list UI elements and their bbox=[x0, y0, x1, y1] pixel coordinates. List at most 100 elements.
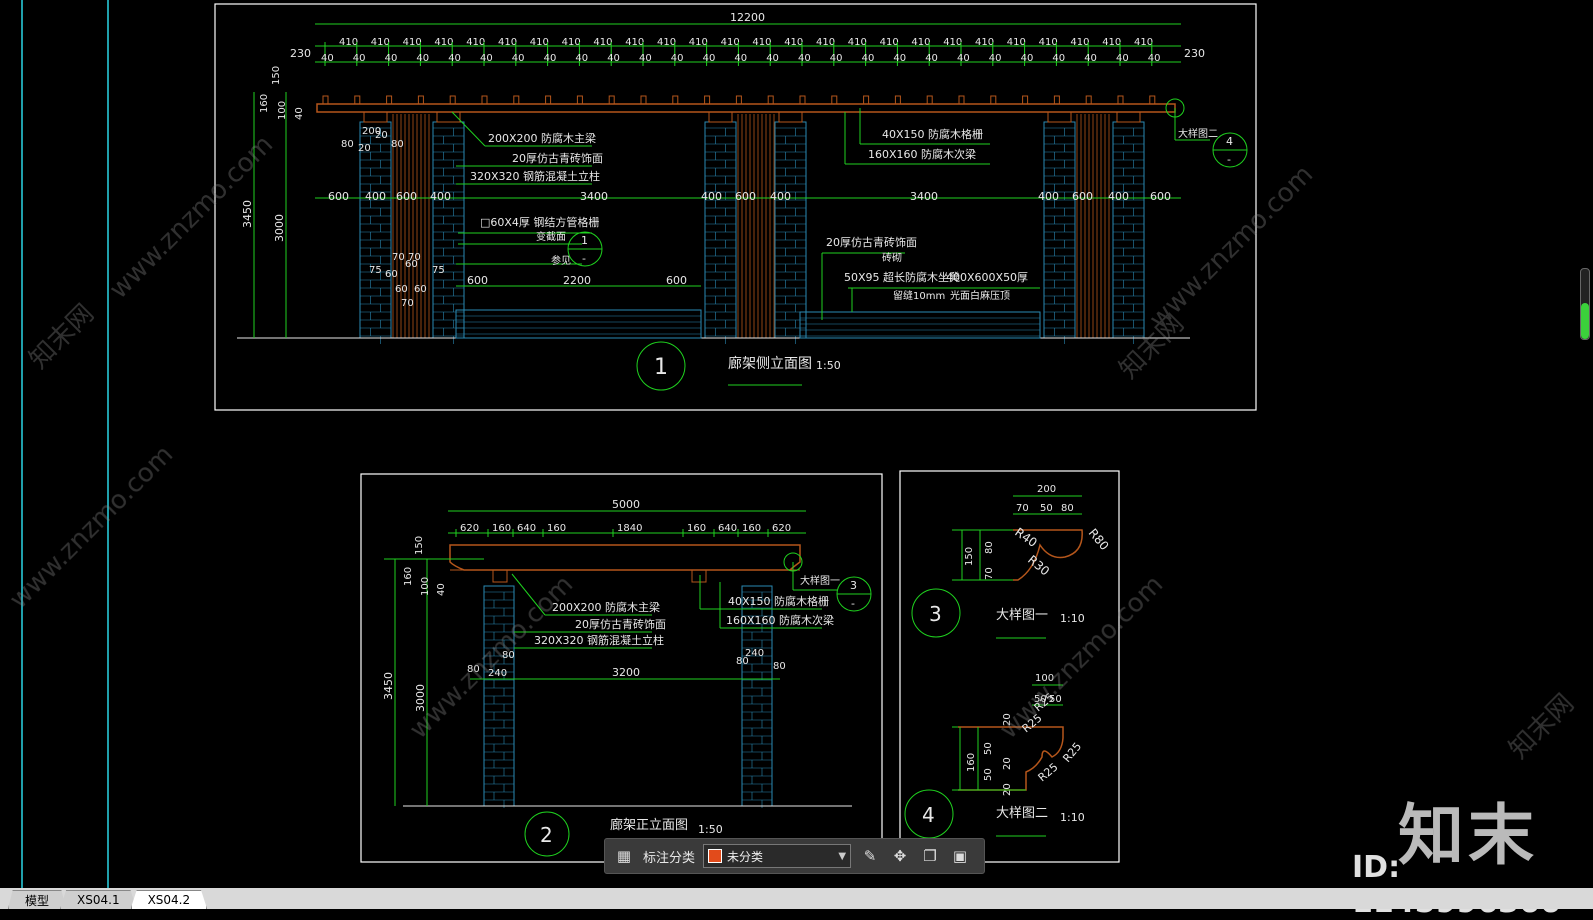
note: 50X95 超长防腐木坐凳 bbox=[844, 270, 960, 284]
rafter-dim: 40 bbox=[925, 53, 938, 64]
rafter bbox=[735, 95, 742, 105]
drawing-number: 2 bbox=[540, 823, 553, 847]
rafter-dim: 40 bbox=[385, 53, 398, 64]
tab-xs04-1[interactable]: XS04.1 bbox=[60, 890, 137, 909]
vdim: 150 bbox=[271, 66, 282, 85]
mid-dim: 400 bbox=[770, 190, 791, 203]
callout-number: 1 bbox=[581, 234, 588, 247]
rafter bbox=[640, 95, 647, 105]
bench-dim: 600 bbox=[666, 274, 687, 287]
rafter-dim: 40 bbox=[671, 53, 684, 64]
rafter-dim: 40 bbox=[1084, 53, 1097, 64]
rafter bbox=[831, 95, 838, 105]
rafter-dim: 40 bbox=[480, 53, 493, 64]
spacing-dim: 410 bbox=[562, 37, 581, 48]
col-dim: 80 bbox=[341, 139, 354, 150]
vdim: 160 bbox=[259, 94, 270, 113]
rafter-dim: 40 bbox=[1021, 53, 1034, 64]
detail-dim: 200 bbox=[1037, 484, 1056, 495]
move-icon[interactable]: ✥ bbox=[889, 845, 911, 867]
low-dim: 60 bbox=[414, 284, 427, 295]
grid-icon[interactable]: ▦ bbox=[613, 845, 635, 867]
mid-dim: 3400 bbox=[910, 190, 938, 203]
note: 光面白麻压顶 bbox=[950, 289, 1010, 302]
note: 200X200 防腐木主梁 bbox=[488, 131, 596, 145]
low-dim: 75 bbox=[369, 265, 382, 276]
col-dim: 240 bbox=[745, 648, 764, 659]
column-cap bbox=[708, 111, 733, 123]
rafter bbox=[1085, 95, 1092, 105]
detail-dim: 70 bbox=[1016, 503, 1029, 514]
vdim: 40 bbox=[436, 583, 447, 596]
mid-dim: 400 bbox=[365, 190, 386, 203]
detail-number: 4 bbox=[922, 803, 935, 827]
dim-end-left: 230 bbox=[290, 47, 311, 60]
scrollbar-thumb[interactable] bbox=[1581, 303, 1589, 339]
rafter-dim: 40 bbox=[1052, 53, 1065, 64]
vertical-scrollbar[interactable] bbox=[1580, 268, 1590, 340]
note: 320X320 钢筋混凝土立柱 bbox=[470, 169, 600, 183]
rafter bbox=[322, 95, 329, 105]
vdim: 3450 bbox=[241, 200, 254, 228]
mid-dim: 400 bbox=[1108, 190, 1129, 203]
spacing-dim: 410 bbox=[498, 37, 517, 48]
top-dim: 160 bbox=[492, 523, 511, 534]
note: 320X320 钢筋混凝土立柱 bbox=[534, 633, 664, 647]
radius-label: R30 bbox=[1025, 553, 1052, 579]
copy-icon[interactable]: ❐ bbox=[919, 845, 941, 867]
drawing-title: 廊架正立面图 bbox=[610, 817, 688, 833]
rafter-dim: 40 bbox=[544, 53, 557, 64]
paste-icon[interactable]: ▣ bbox=[949, 845, 971, 867]
cad-canvas[interactable]: 12200 230 230 41040410404104041040410404… bbox=[0, 0, 1593, 909]
spacing-dim: 410 bbox=[657, 37, 676, 48]
detail-title: 大样图一 bbox=[996, 608, 1048, 623]
rafter-dim: 40 bbox=[862, 53, 875, 64]
spacing-dim: 410 bbox=[403, 37, 422, 48]
rafter-dim: 40 bbox=[607, 53, 620, 64]
watermark-text: www.znzmo.com bbox=[4, 440, 179, 615]
rafter bbox=[1053, 95, 1060, 105]
chevron-down-icon: ▼ bbox=[838, 850, 847, 862]
spacing-dim: 410 bbox=[689, 37, 708, 48]
callout-number: 3 bbox=[850, 579, 857, 592]
rafter bbox=[545, 95, 552, 105]
mid-dim: 400 bbox=[701, 190, 722, 203]
top-dim: 160 bbox=[687, 523, 706, 534]
drawing-scale: 1:50 bbox=[816, 359, 841, 372]
edit-icon[interactable]: ✎ bbox=[859, 845, 881, 867]
category-select[interactable]: 未分类 ▼ bbox=[703, 844, 852, 868]
watermark-text: 知末网 bbox=[1504, 689, 1580, 765]
dim-total: 5000 bbox=[612, 498, 640, 511]
vdim: 160 bbox=[403, 567, 414, 586]
note: 40X150 防腐木格栅 bbox=[882, 127, 983, 141]
rafter-dim: 40 bbox=[639, 53, 652, 64]
toolbar-label: 标注分类 bbox=[643, 850, 696, 866]
detail-dim: 80 bbox=[984, 541, 995, 554]
dim-total: 12200 bbox=[730, 11, 765, 24]
rafter-dim: 40 bbox=[448, 53, 461, 64]
rafter bbox=[1022, 95, 1029, 105]
spacing-dim: 410 bbox=[1134, 37, 1153, 48]
drawing-number: 1 bbox=[654, 355, 668, 380]
spacing-dim: 410 bbox=[530, 37, 549, 48]
brick-column bbox=[1043, 121, 1076, 339]
spacing-dim: 410 bbox=[816, 37, 835, 48]
tab-xs04-2[interactable]: XS04.2 bbox=[130, 890, 208, 909]
detail-dim: 50 bbox=[983, 768, 994, 781]
top-dim: 640 bbox=[517, 523, 536, 534]
rafter bbox=[767, 95, 774, 105]
note: 400X600X50厚 bbox=[946, 271, 1028, 284]
mid-dim: 600 bbox=[1072, 190, 1093, 203]
rafter bbox=[1117, 95, 1124, 105]
column-cap bbox=[1116, 111, 1141, 123]
note: □60X4厚 钢结方管格栅 bbox=[480, 215, 599, 229]
joist bbox=[691, 569, 707, 583]
spacing-dim: 410 bbox=[434, 37, 453, 48]
rafter bbox=[354, 95, 361, 105]
top-dim: 620 bbox=[772, 523, 791, 534]
detail-scale: 1:10 bbox=[1060, 612, 1085, 625]
spacing-dim: 410 bbox=[752, 37, 771, 48]
tab-model[interactable]: 模型 bbox=[8, 890, 67, 909]
detail-dim: 80 bbox=[1061, 503, 1074, 514]
rafter-dim: 40 bbox=[512, 53, 525, 64]
